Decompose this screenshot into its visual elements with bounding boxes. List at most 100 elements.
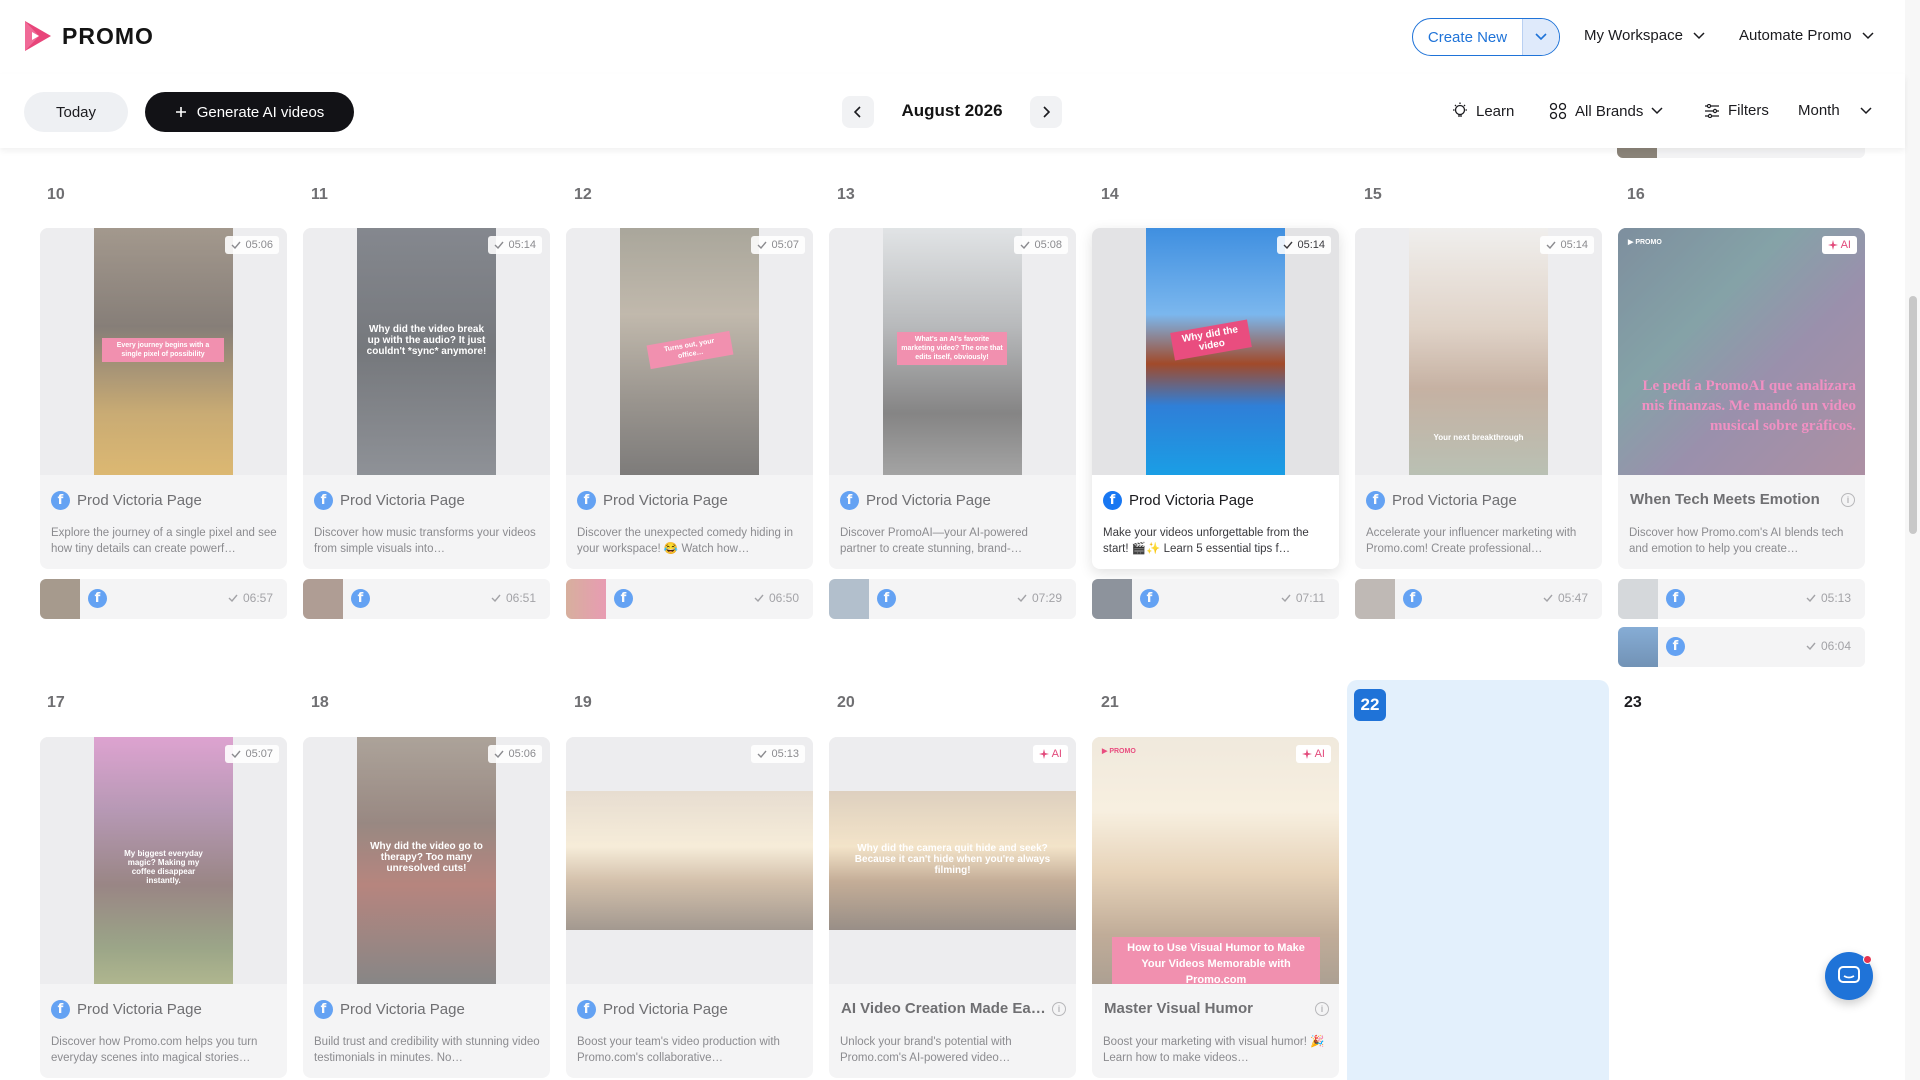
post-description: Discover how Promo.com helps you turn ev… — [51, 1036, 258, 1064]
scheduled-post-card[interactable]: Why did the video 05:14 f Prod Victoria P… — [1092, 228, 1339, 569]
duration-label: 06:50 — [754, 591, 799, 605]
scheduled-post-mini[interactable]: f 07:29 — [829, 579, 1076, 619]
create-new-label[interactable]: Create New — [1413, 19, 1522, 55]
scheduled-post-card[interactable]: 05:13 f Prod Victoria Page Boost your tea… — [566, 737, 813, 1078]
scheduled-post-mini[interactable]: f 05:47 — [1355, 579, 1602, 619]
scheduled-post-card[interactable]: My biggest everyday magic? Making my cof… — [40, 737, 287, 1078]
post-description: Build trust and credibility with stunnin… — [314, 1036, 540, 1064]
all-brands-menu[interactable]: All Brands — [1549, 102, 1663, 120]
duration-label: 06:51 — [491, 591, 536, 605]
facebook-icon: f — [577, 491, 596, 510]
mini-thumbnail — [1618, 627, 1658, 667]
video-thumbnail[interactable]: Why did the camera quit hide and seek? B… — [829, 737, 1076, 984]
page-name: Prod Victoria Page — [77, 492, 202, 509]
post-description: Discover how Promo.com's AI blends tech … — [1629, 527, 1844, 555]
post-description: Discover the unexpected comedy hiding in… — [577, 527, 794, 555]
draft-title-row: When Tech Meets Emotion i — [1630, 491, 1855, 508]
video-thumbnail[interactable]: Why did the video break up with the audi… — [303, 228, 550, 475]
chat-bubble-icon — [1838, 966, 1860, 983]
learn-button[interactable]: Learn — [1452, 102, 1514, 120]
chevron-right-icon — [1043, 106, 1050, 118]
page-row: f Prod Victoria Page — [840, 491, 991, 510]
generate-ai-videos-button[interactable]: Generate AI videos — [145, 92, 354, 132]
scheduled-post-mini[interactable]: f 06:57 — [40, 579, 287, 619]
scheduled-post-card[interactable]: Turns out, your office… 05:07 f Prod Vict… — [566, 228, 813, 569]
chevron-down-icon — [1535, 33, 1547, 41]
facebook-icon: f — [1666, 637, 1685, 656]
ai-badge: AI — [1295, 745, 1331, 763]
promo-watermark-icon: ▶ PROMO — [1628, 239, 1662, 246]
scheduled-post-mini[interactable]: f 05:13 — [1618, 579, 1865, 619]
scheduled-post-mini[interactable]: f 06:04 — [1618, 627, 1865, 667]
check-icon — [1543, 594, 1553, 602]
ai-draft-card[interactable]: ▶ PROMO Le pedí a PromoAI que analizara … — [1618, 228, 1865, 569]
facebook-icon: f — [51, 1000, 70, 1019]
scheduled-post-card[interactable]: Every journey begins with a single pixel… — [40, 228, 287, 569]
video-frame: Every journey begins with a single pixel… — [94, 228, 233, 475]
video-thumbnail[interactable]: Your next breakthrough 05:14 — [1355, 228, 1602, 475]
next-month-button[interactable] — [1030, 96, 1062, 128]
automate-promo-menu[interactable]: Automate Promo — [1739, 27, 1874, 44]
info-icon[interactable]: i — [1052, 1001, 1066, 1016]
duration-badge: 05:06 — [225, 236, 279, 254]
video-thumbnail[interactable]: Why did the video go to therapy? Too man… — [303, 737, 550, 984]
scheduled-post-card[interactable]: Why did the video go to therapy? Too man… — [303, 737, 550, 1078]
video-frame: Why did the camera quit hide and seek? B… — [829, 791, 1076, 930]
video-thumbnail[interactable]: Turns out, your office… 05:07 — [566, 228, 813, 475]
video-thumbnail[interactable]: ▶ PROMO Le pedí a PromoAI que analizara … — [1618, 228, 1865, 475]
check-icon — [231, 750, 242, 758]
post-description: Discover PromoAI—your AI-powered partner… — [840, 527, 1028, 555]
create-new-button[interactable]: Create New — [1412, 18, 1560, 56]
duration-label: 07:29 — [1017, 591, 1062, 605]
scheduled-post-card[interactable]: Why did the video break up with the audi… — [303, 228, 550, 569]
ai-draft-card[interactable]: Why did the camera quit hide and seek? B… — [829, 737, 1076, 1078]
draft-title: AI Video Creation Made Ea… — [841, 1000, 1046, 1017]
page-scrollbar[interactable] — [1905, 0, 1920, 1080]
video-thumbnail[interactable]: Why did the video 05:14 — [1092, 228, 1339, 475]
video-thumbnail[interactable]: ▶ PROMO How to Use Visual Humor to Make … — [1092, 737, 1339, 984]
promo-logo[interactable]: PROMO — [22, 18, 154, 54]
video-thumbnail[interactable]: 05:13 — [566, 737, 813, 984]
duration-badge: 05:07 — [225, 745, 279, 763]
promo-watermark-icon: ▶ PROMO — [1102, 748, 1136, 755]
ai-draft-card[interactable]: ▶ PROMO How to Use Visual Humor to Make … — [1092, 737, 1339, 1078]
video-frame: What's an AI's favorite marketing video?… — [883, 228, 1022, 475]
day-number: 16 — [1627, 186, 1645, 203]
info-icon[interactable]: i — [1315, 1001, 1329, 1016]
scrollbar-thumb[interactable] — [1909, 296, 1917, 534]
video-thumbnail[interactable]: What's an AI's favorite marketing video?… — [829, 228, 1076, 475]
today-button[interactable]: Today — [24, 92, 128, 132]
today-cell[interactable] — [1347, 680, 1609, 1080]
facebook-icon: f — [51, 491, 70, 510]
workspace-menu[interactable]: My Workspace — [1584, 27, 1705, 44]
info-icon[interactable]: i — [1841, 492, 1855, 507]
filters-button[interactable]: Filters — [1704, 102, 1769, 119]
video-thumbnail[interactable]: My biggest everyday magic? Making my cof… — [40, 737, 287, 984]
post-description: Boost your team's video production with … — [577, 1036, 780, 1064]
day-number: 14 — [1101, 186, 1119, 203]
scheduled-post-mini[interactable]: f 07:11 — [1092, 579, 1339, 619]
scheduled-post-mini[interactable]: f 06:50 — [566, 579, 813, 619]
mini-thumbnail — [566, 579, 606, 619]
previous-week-event-peek[interactable] — [1617, 148, 1865, 158]
scheduled-post-mini[interactable]: f 06:51 — [303, 579, 550, 619]
create-new-dropdown[interactable] — [1522, 19, 1559, 55]
facebook-icon: f — [577, 1000, 596, 1019]
check-icon — [1020, 241, 1031, 249]
post-meta: f Prod Victoria Page Discover PromoAI—you… — [829, 475, 1076, 569]
scheduled-post-card[interactable]: Your next breakthrough 05:14 f Prod Victo… — [1355, 228, 1602, 569]
notification-dot — [1863, 955, 1872, 964]
draft-title-row: AI Video Creation Made Ea… i — [841, 1000, 1066, 1017]
day-number: 10 — [47, 186, 65, 203]
post-description: Accelerate your influencer marketing wit… — [1366, 527, 1577, 555]
facebook-icon: f — [314, 491, 333, 510]
post-meta: When Tech Meets Emotion i Discover how Pr… — [1618, 475, 1865, 569]
check-icon — [491, 594, 501, 602]
day-number: 19 — [574, 694, 592, 711]
caption-overlay: What's an AI's favorite marketing video?… — [897, 332, 1007, 365]
scheduled-post-card[interactable]: What's an AI's favorite marketing video?… — [829, 228, 1076, 569]
view-mode-menu[interactable]: Month — [1798, 102, 1872, 119]
video-thumbnail[interactable]: Every journey begins with a single pixel… — [40, 228, 287, 475]
facebook-icon: f — [1403, 589, 1422, 608]
mini-thumbnail — [1355, 579, 1395, 619]
